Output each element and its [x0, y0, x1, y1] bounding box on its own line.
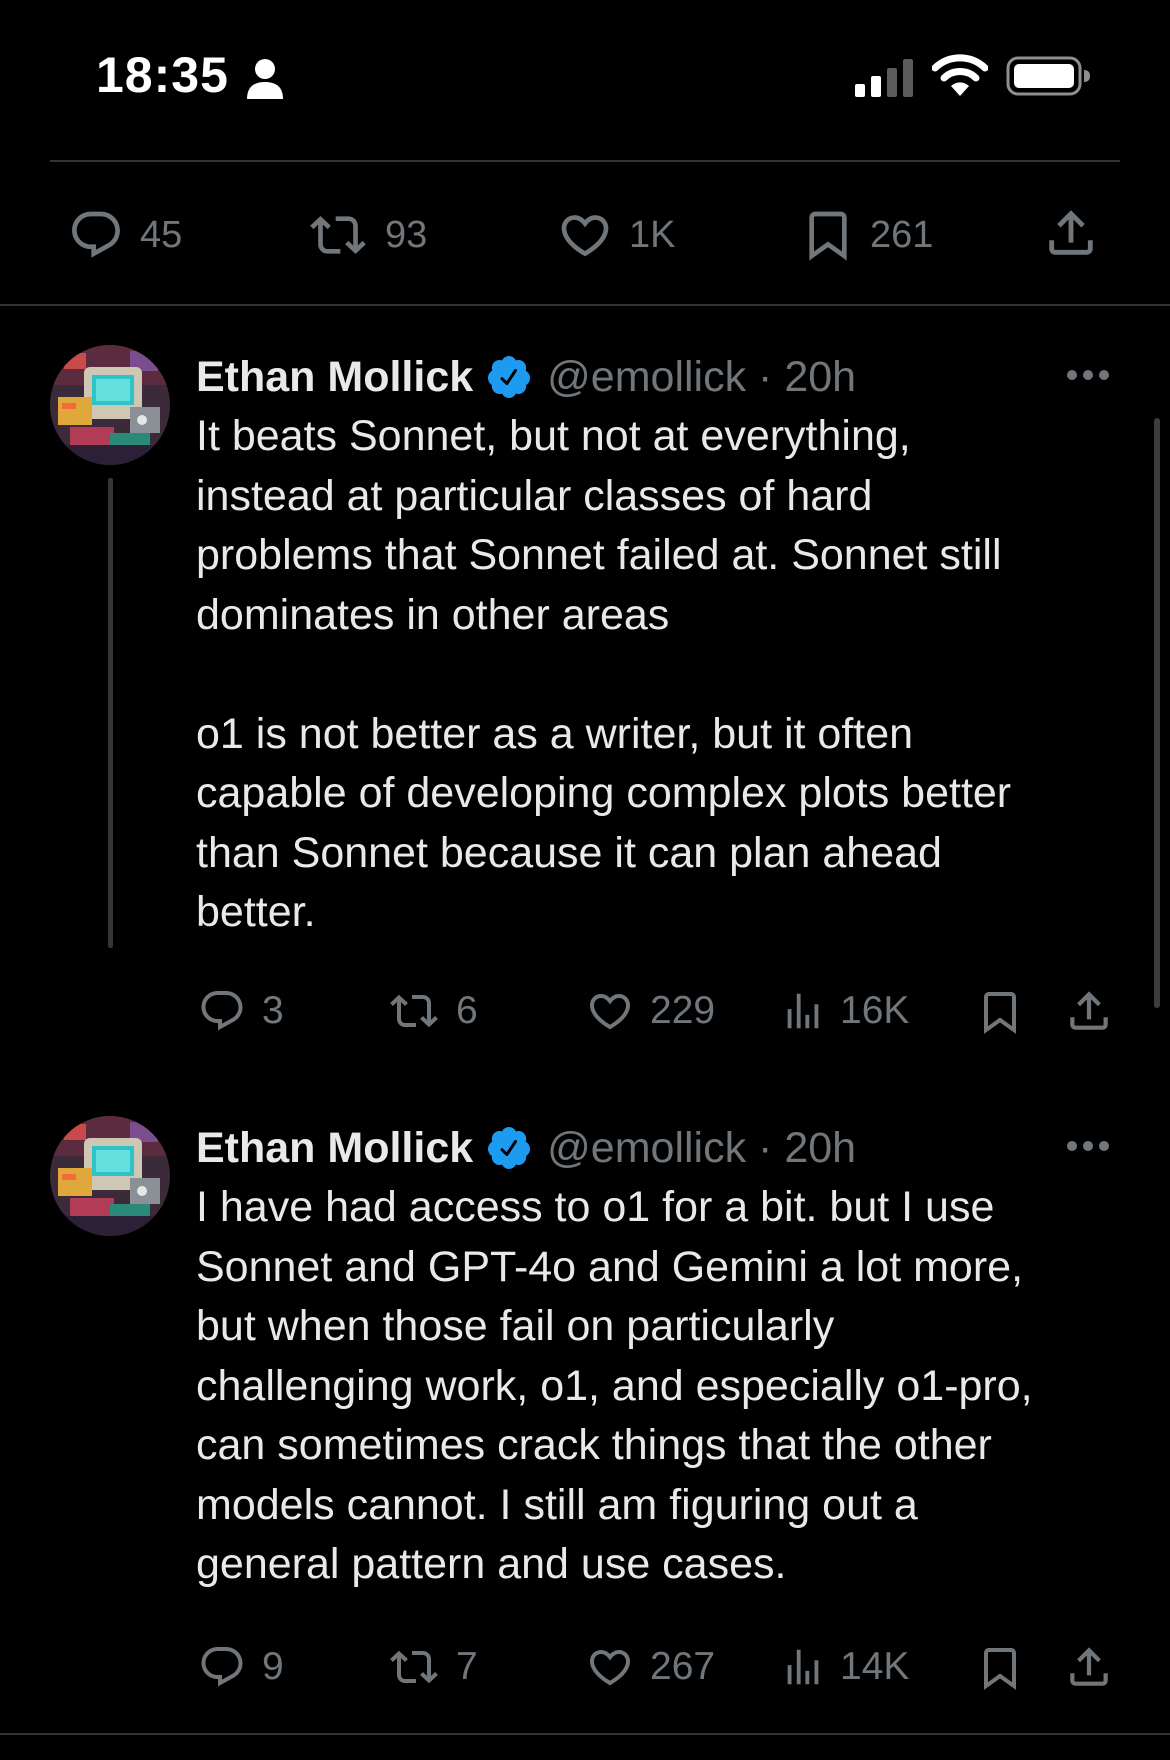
avatar[interactable]	[50, 1116, 170, 1236]
share-button[interactable]	[1042, 203, 1100, 263]
share-icon	[1049, 210, 1093, 255]
bookmark-icon	[984, 992, 1016, 1034]
reply-count: 9	[262, 1645, 284, 1688]
reply-icon	[201, 991, 243, 1031]
tweet-text: It beats Sonnet, but not at everything, …	[196, 412, 1012, 936]
verified-badge-icon	[488, 356, 531, 398]
reply-button[interactable]: 3	[196, 987, 284, 1035]
person-icon	[247, 59, 283, 99]
share-icon	[1070, 991, 1108, 1030]
share-button[interactable]	[1064, 985, 1114, 1037]
author-name[interactable]: Ethan Mollick	[196, 353, 473, 402]
bookmark-count: 261	[870, 213, 934, 256]
repost-count: 6	[456, 989, 478, 1032]
divider	[0, 304, 1170, 306]
bookmark-button[interactable]: 261	[800, 203, 933, 267]
tweet[interactable]: Ethan Mollick @emollick · 20h I have had…	[0, 1116, 1170, 1736]
repost-icon	[390, 1650, 438, 1684]
avatar[interactable]	[50, 345, 170, 465]
heart-icon	[589, 1650, 631, 1686]
like-button[interactable]: 267	[584, 1643, 715, 1691]
views-chart-icon	[787, 993, 819, 1029]
tweet-action-bar: 3 6 229 16K	[0, 987, 1170, 1047]
bookmark-icon	[984, 1648, 1016, 1690]
battery-icon	[1006, 56, 1090, 96]
like-button[interactable]: 229	[584, 987, 715, 1035]
reply-button[interactable]: 9	[196, 1643, 284, 1691]
like-button[interactable]: 1K	[555, 207, 675, 263]
views-count: 16K	[840, 989, 910, 1032]
avatar-image	[50, 345, 170, 465]
divider	[50, 160, 1120, 162]
reply-icon	[72, 211, 120, 258]
views-button[interactable]: 16K	[780, 987, 909, 1035]
scrollbar[interactable]	[1154, 418, 1160, 1008]
more-options-icon[interactable]	[1066, 369, 1110, 381]
verified-badge-icon	[488, 1127, 531, 1169]
avatar-image	[50, 1116, 170, 1236]
tweet-header: Ethan Mollick @emollick · 20h	[196, 347, 856, 407]
repost-count: 93	[385, 213, 428, 256]
reply-count: 45	[140, 213, 183, 256]
heart-icon	[561, 215, 609, 257]
tweet-text: I have had access to o1 for a bit. but I…	[196, 1183, 1033, 1588]
like-count: 229	[650, 989, 716, 1032]
like-count: 267	[650, 1645, 716, 1688]
screen: 18:35 45 93 1K 261 Ethan Mollick @emolli…	[0, 0, 1170, 1760]
bookmark-button[interactable]	[976, 1641, 1024, 1695]
repost-button[interactable]: 6	[386, 987, 478, 1035]
repost-count: 7	[456, 1645, 478, 1688]
repost-icon	[310, 216, 366, 254]
tweet[interactable]: Ethan Mollick @emollick · 20h It beats S…	[0, 345, 1170, 1035]
tweet-action-bar: 9 7 267 14K	[0, 1643, 1170, 1703]
reply-icon	[201, 1647, 243, 1687]
status-time: 18:35	[96, 47, 229, 103]
reply-button[interactable]: 45	[66, 207, 182, 263]
tweet-header: Ethan Mollick @emollick · 20h	[196, 1118, 856, 1178]
share-button[interactable]	[1064, 1641, 1114, 1693]
views-count: 14K	[840, 1645, 910, 1688]
tweet-action-bar: 45 93 1K 261	[0, 195, 1170, 275]
divider	[0, 1733, 1170, 1735]
views-chart-icon	[787, 1649, 819, 1685]
wifi-icon	[932, 54, 988, 96]
handle-and-time[interactable]: @emollick · 20h	[547, 1124, 856, 1173]
repost-icon	[390, 994, 438, 1028]
signal-icon	[855, 59, 913, 97]
like-count: 1K	[629, 213, 676, 256]
more-options-icon[interactable]	[1066, 1140, 1110, 1152]
status-bar: 18:35	[0, 0, 1170, 150]
heart-icon	[589, 994, 631, 1030]
bookmark-icon	[809, 211, 847, 261]
views-button[interactable]: 14K	[780, 1643, 909, 1691]
author-name[interactable]: Ethan Mollick	[196, 1124, 473, 1173]
thread-line	[108, 478, 113, 948]
handle-and-time[interactable]: @emollick · 20h	[547, 353, 856, 402]
reply-count: 3	[262, 989, 284, 1032]
repost-button[interactable]: 93	[305, 207, 427, 263]
bookmark-button[interactable]	[976, 985, 1024, 1039]
share-icon	[1070, 1647, 1108, 1686]
repost-button[interactable]: 7	[386, 1643, 478, 1691]
